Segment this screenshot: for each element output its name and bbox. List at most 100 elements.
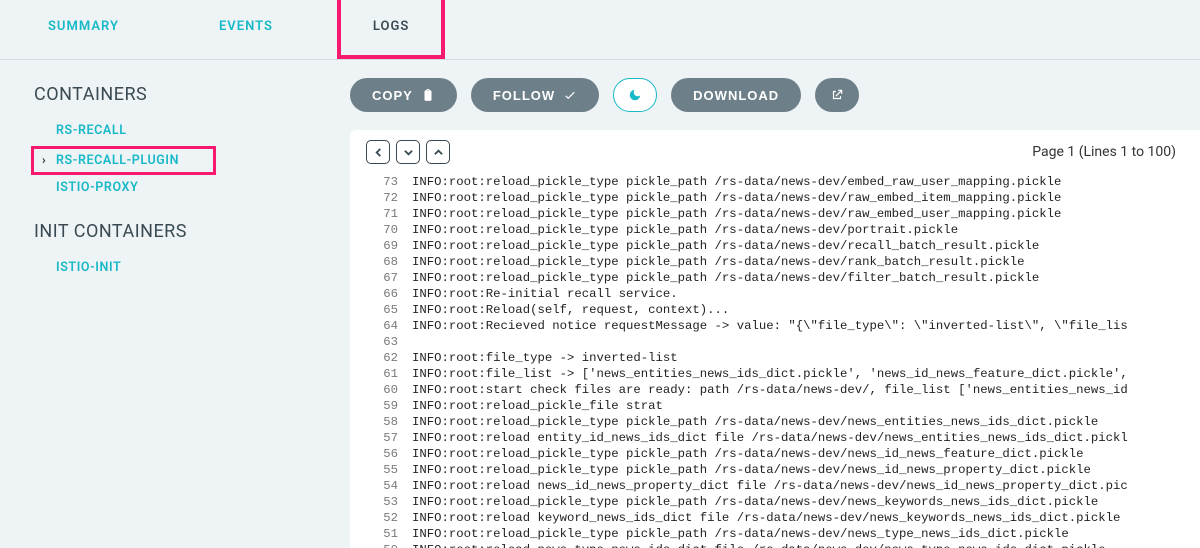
sidebar-item-label: RS-RECALL-PLUGIN — [56, 153, 179, 168]
external-link-icon — [830, 88, 844, 102]
log-line-number: 61 — [358, 366, 412, 382]
download-button[interactable]: DOWNLOAD — [671, 78, 801, 112]
log-line-text: INFO:root:reload news_id_news_property_d… — [412, 478, 1200, 494]
dark-mode-toggle[interactable] — [613, 78, 657, 112]
sidebar-item-rs-recall[interactable]: RS-RECALL — [34, 119, 330, 142]
log-line: 68INFO:root:reload_pickle_type pickle_pa… — [350, 254, 1200, 270]
log-line-text — [412, 334, 1200, 350]
sidebar-item-rs-recall-plugin[interactable]: › RS-RECALL-PLUGIN — [34, 149, 179, 172]
log-line: 67INFO:root:reload_pickle_type pickle_pa… — [350, 270, 1200, 286]
page-prev-button[interactable] — [366, 140, 390, 164]
chevron-left-icon — [374, 148, 383, 157]
page-indicator: Page 1 (Lines 1 to 100) — [1032, 144, 1176, 160]
moon-icon — [628, 88, 642, 102]
log-line-number: 51 — [358, 526, 412, 542]
chevron-up-icon — [434, 148, 443, 157]
log-line-number: 70 — [358, 222, 412, 238]
tab-logs[interactable]: LOGS — [343, 19, 439, 59]
log-card: Page 1 (Lines 1 to 100) 73INFO:root:relo… — [350, 130, 1200, 548]
scroll-down-button[interactable] — [396, 140, 420, 164]
log-line-text: INFO:root:Re-initial recall service. — [412, 286, 1200, 302]
log-line-number: 68 — [358, 254, 412, 270]
log-line-text: INFO:root:reload_pickle_type pickle_path… — [412, 190, 1200, 206]
log-line-text: INFO:root:reload_pickle_type pickle_path… — [412, 414, 1200, 430]
log-line: 58INFO:root:reload_pickle_type pickle_pa… — [350, 414, 1200, 430]
log-line-text: INFO:root:reload_pickle_file strat — [412, 398, 1200, 414]
log-line: 55INFO:root:reload_pickle_type pickle_pa… — [350, 462, 1200, 478]
log-line: 62INFO:root:file_type -> inverted-list — [350, 350, 1200, 366]
tab-summary[interactable]: SUMMARY — [18, 19, 149, 59]
sidebar: CONTAINERS RS-RECALL › RS-RECALL-PLUGIN … — [0, 60, 350, 548]
log-nav — [366, 140, 450, 164]
toolbar: COPY FOLLOW DOWNLOAD — [350, 78, 1200, 130]
log-line-text: INFO:root:reload_pickle_type pickle_path… — [412, 174, 1200, 190]
log-line-number: 58 — [358, 414, 412, 430]
log-line-text: INFO:root:reload_pickle_type pickle_path… — [412, 254, 1200, 270]
copy-button-label: COPY — [372, 88, 413, 103]
containers-heading: CONTAINERS — [34, 84, 330, 105]
log-line: 50INFO:root:reload news_type_news_ids_di… — [350, 542, 1200, 548]
log-line-text: INFO:root:reload keyword_news_ids_dict f… — [412, 510, 1200, 526]
tabs: SUMMARY EVENTS LOGS — [0, 0, 1200, 60]
log-body[interactable]: 73INFO:root:reload_pickle_type pickle_pa… — [350, 170, 1200, 548]
log-line-number: 63 — [358, 334, 412, 350]
copy-button[interactable]: COPY — [350, 78, 457, 112]
log-line-text: INFO:root:reload_pickle_type pickle_path… — [412, 270, 1200, 286]
chevron-down-icon — [404, 148, 413, 157]
open-external-button[interactable] — [815, 78, 859, 112]
log-line-number: 56 — [358, 446, 412, 462]
log-line: 60INFO:root:start check files are ready:… — [350, 382, 1200, 398]
main: COPY FOLLOW DOWNLOAD — [350, 60, 1200, 548]
log-line: 65INFO:root:Reload(self, request, contex… — [350, 302, 1200, 318]
log-line-number: 50 — [358, 542, 412, 548]
log-line-number: 69 — [358, 238, 412, 254]
clipboard-icon — [421, 88, 435, 102]
scroll-up-button[interactable] — [426, 140, 450, 164]
follow-button[interactable]: FOLLOW — [471, 78, 599, 112]
tab-label: LOGS — [373, 19, 409, 34]
log-line-number: 55 — [358, 462, 412, 478]
download-button-label: DOWNLOAD — [693, 88, 779, 103]
log-line-number: 62 — [358, 350, 412, 366]
log-line: 56INFO:root:reload_pickle_type pickle_pa… — [350, 446, 1200, 462]
log-line-text: INFO:root:file_list -> ['news_entities_n… — [412, 366, 1200, 382]
sidebar-item-istio-init[interactable]: ISTIO-INIT — [34, 256, 330, 279]
log-line-text: INFO:root:Reload(self, request, context)… — [412, 302, 1200, 318]
log-line-number: 73 — [358, 174, 412, 190]
check-icon — [563, 88, 577, 102]
log-line: 54INFO:root:reload news_id_news_property… — [350, 478, 1200, 494]
log-line-number: 54 — [358, 478, 412, 494]
follow-button-label: FOLLOW — [493, 88, 555, 103]
log-line-text: INFO:root:reload_pickle_type pickle_path… — [412, 526, 1200, 542]
log-line-text: INFO:root:reload_pickle_type pickle_path… — [412, 222, 1200, 238]
log-line-number: 71 — [358, 206, 412, 222]
log-line-number: 72 — [358, 190, 412, 206]
sidebar-item-istio-proxy[interactable]: ISTIO-PROXY — [34, 176, 330, 199]
log-line-number: 65 — [358, 302, 412, 318]
log-line: 52INFO:root:reload keyword_news_ids_dict… — [350, 510, 1200, 526]
log-line-text: INFO:root:file_type -> inverted-list — [412, 350, 1200, 366]
log-line: 57INFO:root:reload entity_id_news_ids_di… — [350, 430, 1200, 446]
log-line-text: INFO:root:start check files are ready: p… — [412, 382, 1200, 398]
log-line-text: INFO:root:reload entity_id_news_ids_dict… — [412, 430, 1200, 446]
log-line-text: INFO:root:reload_pickle_type pickle_path… — [412, 238, 1200, 254]
log-line-number: 66 — [358, 286, 412, 302]
log-line-text: INFO:root:reload_pickle_type pickle_path… — [412, 446, 1200, 462]
log-line: 73INFO:root:reload_pickle_type pickle_pa… — [350, 174, 1200, 190]
log-line-number: 59 — [358, 398, 412, 414]
log-header: Page 1 (Lines 1 to 100) — [350, 130, 1200, 170]
sidebar-item-rs-recall-plugin-highlight: › RS-RECALL-PLUGIN — [31, 146, 216, 175]
log-line: 51INFO:root:reload_pickle_type pickle_pa… — [350, 526, 1200, 542]
log-line: 63 — [350, 334, 1200, 350]
log-line-number: 57 — [358, 430, 412, 446]
log-line: 59INFO:root:reload_pickle_file strat — [350, 398, 1200, 414]
log-line: 70INFO:root:reload_pickle_type pickle_pa… — [350, 222, 1200, 238]
log-line-number: 60 — [358, 382, 412, 398]
log-line-number: 64 — [358, 318, 412, 334]
log-line: 72INFO:root:reload_pickle_type pickle_pa… — [350, 190, 1200, 206]
chevron-right-icon: › — [42, 153, 46, 167]
log-line-number: 67 — [358, 270, 412, 286]
log-line: 64INFO:root:Recieved notice requestMessa… — [350, 318, 1200, 334]
log-line-text: INFO:root:reload_pickle_type pickle_path… — [412, 494, 1200, 510]
tab-events[interactable]: EVENTS — [189, 19, 303, 59]
